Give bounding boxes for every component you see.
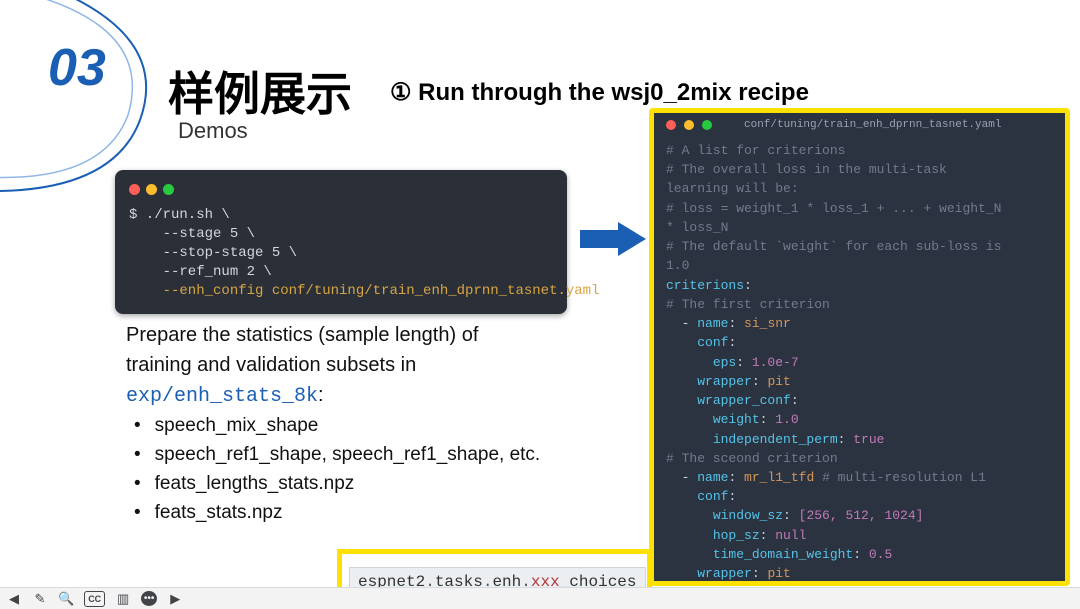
list-item: feats_stats.npz	[132, 502, 540, 524]
more-button[interactable]: •••	[141, 591, 157, 606]
camera-off-icon[interactable]: ▥	[115, 591, 131, 607]
search-button[interactable]: 🔍	[58, 591, 74, 607]
slide-title-sub: Demos	[178, 118, 248, 144]
slide-title-section: ① Run through the wsj0_2mix recipe	[390, 78, 809, 107]
config-yaml-window: conf/tuning/train_enh_dprnn_tasnet.yaml …	[649, 108, 1070, 586]
back-button[interactable]: ◀	[6, 591, 22, 607]
zoom-icon	[163, 184, 174, 195]
description-text: Prepare the statistics (sample length) o…	[126, 320, 626, 412]
close-icon	[129, 184, 140, 195]
yaml-content: # A list for criterions # The overall lo…	[654, 133, 1065, 586]
list-item: speech_mix_shape	[132, 415, 540, 437]
list-item: speech_ref1_shape, speech_ref1_shape, et…	[132, 444, 540, 466]
zoom-icon	[702, 120, 712, 130]
slide-title-main: 样例展示	[168, 58, 352, 124]
terminal-content: $ ./run.sh \ --stage 5 \ --stop-stage 5 …	[129, 206, 553, 300]
slide-number: 03	[48, 38, 106, 98]
player-toolbar: ◀ ✎ 🔍 CC ▥ ••• ▶	[0, 587, 1080, 609]
forward-button[interactable]: ▶	[167, 591, 183, 607]
slide: 03 样例展示 Demos ① Run through the wsj0_2mi…	[0, 0, 1080, 609]
arrow-right-icon	[580, 222, 650, 256]
list-item: feats_lengths_stats.npz	[132, 473, 540, 495]
minimize-icon	[684, 120, 694, 130]
captions-button[interactable]: CC	[84, 591, 105, 607]
window-traffic-lights	[129, 182, 553, 200]
close-icon	[666, 120, 676, 130]
edit-button[interactable]: ✎	[32, 591, 48, 607]
path-link: exp/enh_stats_8k	[126, 385, 318, 408]
minimize-icon	[146, 184, 157, 195]
output-files-list: speech_mix_shape speech_ref1_shape, spee…	[132, 408, 540, 531]
terminal-run-command: $ ./run.sh \ --stage 5 \ --stop-stage 5 …	[115, 170, 567, 314]
file-path: conf/tuning/train_enh_dprnn_tasnet.yaml	[744, 119, 1001, 131]
